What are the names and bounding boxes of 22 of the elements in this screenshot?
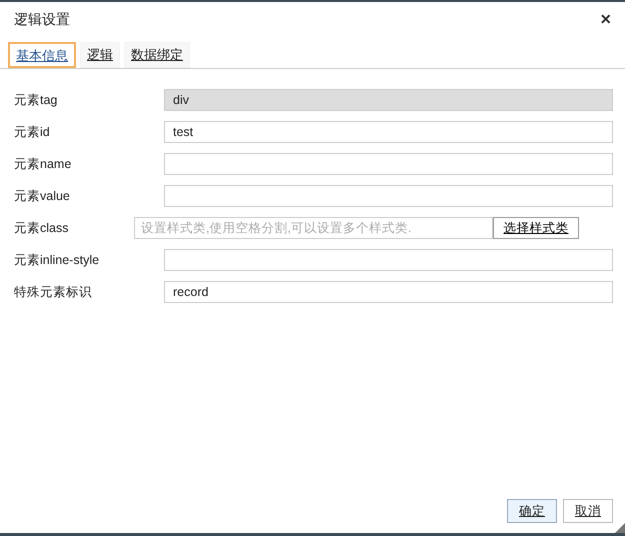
confirm-button[interactable]: 确定	[507, 499, 557, 523]
field-label: 元素id	[14, 124, 51, 141]
field-label: 元素tag	[14, 92, 58, 109]
input-field[interactable]: test	[164, 121, 613, 143]
field-label: 元素class	[14, 220, 70, 237]
input-field[interactable]	[164, 153, 613, 175]
tab[interactable]: 逻辑	[80, 42, 120, 68]
tab[interactable]: 数据绑定	[124, 42, 190, 68]
window-title: 逻辑设置	[14, 10, 70, 28]
close-button[interactable]: ×	[600, 10, 611, 28]
input-field[interactable]	[164, 185, 613, 207]
field-label: 元素name	[14, 156, 72, 173]
field-label: 元素inline-style	[14, 252, 100, 269]
cancel-button[interactable]: 取消	[563, 499, 613, 523]
field-label: 元素value	[14, 188, 71, 205]
input-field[interactable]: record	[164, 281, 613, 303]
input-field[interactable]: 设置样式类,使用空格分割,可以设置多个样式类.	[134, 217, 493, 239]
choose-class-button[interactable]: 选择样式类	[493, 217, 579, 239]
resize-grip-icon[interactable]	[615, 523, 625, 533]
tab[interactable]: 基本信息	[8, 42, 76, 68]
field-label: 特殊元素标识	[14, 284, 93, 301]
input-field[interactable]	[164, 249, 613, 271]
